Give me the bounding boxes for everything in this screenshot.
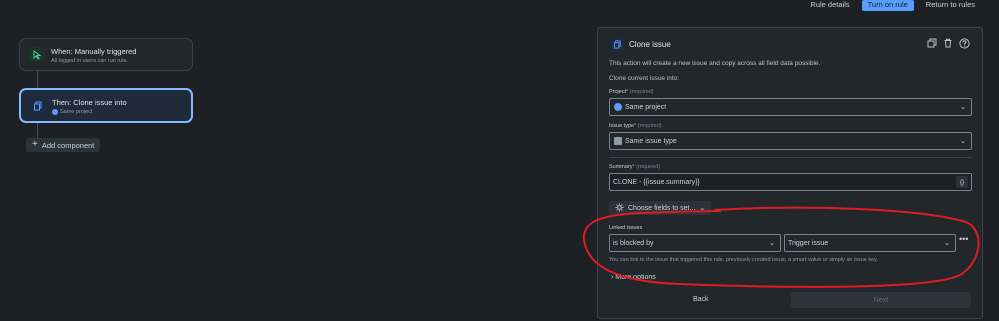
next-button[interactable]: Next — [791, 292, 971, 308]
rule-details-button[interactable]: Rule details — [806, 0, 853, 11]
add-component-button[interactable]: + Add component — [26, 138, 101, 152]
summary-required: (required) — [636, 164, 661, 170]
duplicate-icon[interactable] — [926, 37, 938, 49]
issue-type-value: Same issue type — [625, 137, 677, 145]
issue-type-select[interactable]: Same issue type ⌄ — [609, 132, 972, 150]
clone-icon — [30, 98, 45, 113]
linked-issues-label: Linked issues — [609, 225, 643, 231]
panel-title: Clone issue — [629, 40, 671, 49]
return-to-rules-button[interactable]: Return to rules — [922, 0, 979, 11]
summary-label: Summary* (required) — [609, 164, 661, 170]
panel-actions — [926, 37, 970, 49]
config-panel: Clone issue This action will create a ne… — [597, 27, 983, 319]
more-options-label: More options — [615, 274, 656, 281]
project-select[interactable]: Same project ⌄ — [609, 98, 972, 116]
more-options-toggle[interactable]: › More options — [611, 274, 656, 281]
gear-icon — [615, 202, 624, 214]
plus-icon: + — [32, 139, 38, 150]
project-label: Project* (required) — [609, 89, 654, 95]
link-type-value: is blocked by — [613, 239, 654, 247]
issue-type-icon — [614, 137, 622, 145]
project-value: Same project — [625, 103, 667, 111]
action-subtitle-row: Same project — [52, 109, 92, 115]
connector-line — [37, 123, 38, 138]
project-required: (required) — [629, 89, 654, 95]
cursor-icon — [29, 47, 44, 62]
add-component-label: Add component — [41, 140, 95, 150]
clone-into-heading: Clone current issue into: — [609, 75, 680, 82]
turn-on-rule-button[interactable]: Turn on rule — [861, 0, 914, 11]
choose-fields-button[interactable]: Choose fields to set... ⌄ — [609, 201, 712, 215]
project-avatar-icon — [52, 109, 58, 115]
chevron-down-icon: ⌄ — [769, 240, 775, 247]
back-button[interactable]: Back — [693, 296, 709, 303]
action-subtitle: Same project — [60, 109, 93, 115]
connector-line — [37, 70, 38, 88]
summary-label-text: Summary — [609, 164, 633, 170]
top-bar: Rule details Turn on rule Return to rule… — [806, 0, 999, 11]
issue-type-label: Issue type* (required) — [609, 123, 662, 129]
divider — [609, 157, 972, 158]
chevron-down-icon: ⌄ — [699, 205, 706, 212]
trigger-subtitle: All logged in users can run rule. — [51, 58, 129, 64]
issue-type-required: (required) — [637, 123, 662, 129]
chevron-down-icon: ⌄ — [960, 104, 966, 111]
action-title: Then: Clone issue into — [52, 98, 127, 107]
link-target-select[interactable]: Trigger issue ⌄ — [784, 234, 956, 252]
help-icon[interactable] — [958, 37, 970, 49]
more-icon[interactable]: ••• — [959, 234, 968, 244]
project-label-text: Project — [609, 89, 627, 95]
linked-issues-help: You can link to the issue that triggered… — [609, 257, 879, 263]
trash-icon[interactable] — [942, 37, 954, 49]
issue-type-label-text: Issue type — [609, 123, 635, 129]
action-node[interactable]: Then: Clone issue into Same project — [19, 88, 193, 123]
link-type-select[interactable]: is blocked by ⌄ — [609, 234, 781, 252]
chevron-down-icon: ⌄ — [960, 138, 966, 145]
summary-input[interactable]: CLONE - {{issue.summary}} {} — [609, 173, 972, 191]
choose-fields-label: Choose fields to set... — [628, 204, 696, 212]
chevron-down-icon: ⌄ — [944, 240, 950, 247]
smart-value-button[interactable]: {} — [956, 176, 968, 188]
trigger-node[interactable]: When: Manually triggered All logged in u… — [19, 38, 193, 71]
panel-description: This action will create a new issue and … — [609, 60, 821, 67]
link-target-value: Trigger issue — [788, 239, 829, 247]
summary-value: CLONE - {{issue.summary}} — [613, 178, 700, 186]
project-avatar-icon — [614, 103, 622, 111]
trigger-title: When: Manually triggered — [51, 47, 137, 56]
clone-icon — [611, 38, 624, 51]
